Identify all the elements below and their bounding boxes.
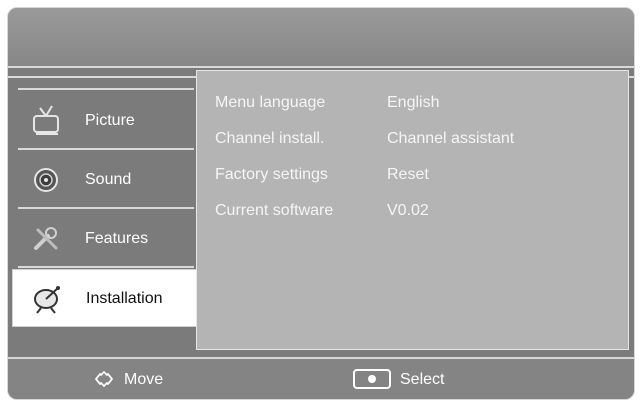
tv-osd-menu: Picture Sound Features Installation Menu… [7, 7, 635, 400]
select-hint: Select [400, 371, 445, 388]
sidebar-item-picture[interactable]: Picture [8, 92, 196, 150]
sidebar-item-sound[interactable]: Sound [8, 151, 196, 209]
satellite-dish-icon [31, 282, 65, 316]
tools-icon [30, 222, 64, 256]
sidebar-item-installation[interactable]: Installation [12, 269, 198, 327]
ok-button-icon [353, 369, 391, 394]
move-arrows-icon [90, 370, 118, 393]
channel-install-value[interactable]: Channel assistant [387, 130, 514, 148]
sidebar-item-label: Features [85, 230, 149, 247]
channel-install-label[interactable]: Channel install. [215, 130, 324, 148]
tv-icon [30, 104, 64, 138]
sidebar-item-label: Sound [85, 171, 132, 188]
sidebar-item-label: Picture [85, 112, 135, 129]
sidebar-divider [18, 148, 194, 150]
sidebar-item-features[interactable]: Features [8, 210, 196, 268]
factory-settings-label[interactable]: Factory settings [215, 166, 328, 184]
menu-language-label[interactable]: Menu language [215, 94, 325, 112]
sidebar-divider [18, 207, 194, 209]
speaker-icon [30, 163, 64, 197]
factory-settings-value[interactable]: Reset [387, 166, 429, 184]
menu-language-value[interactable]: English [387, 94, 439, 112]
sidebar-divider [18, 266, 194, 268]
sidebar-item-label: Installation [86, 290, 163, 307]
menu-header [8, 8, 634, 66]
footer-bar: Move Select [8, 357, 634, 399]
current-software-label[interactable]: Current software [215, 202, 333, 220]
move-hint: Move [124, 371, 164, 388]
settings-panel: Menu language English Channel install. C… [196, 70, 629, 350]
header-divider [8, 66, 634, 68]
current-software-value: V0.02 [387, 202, 429, 219]
sidebar-divider [18, 88, 194, 90]
